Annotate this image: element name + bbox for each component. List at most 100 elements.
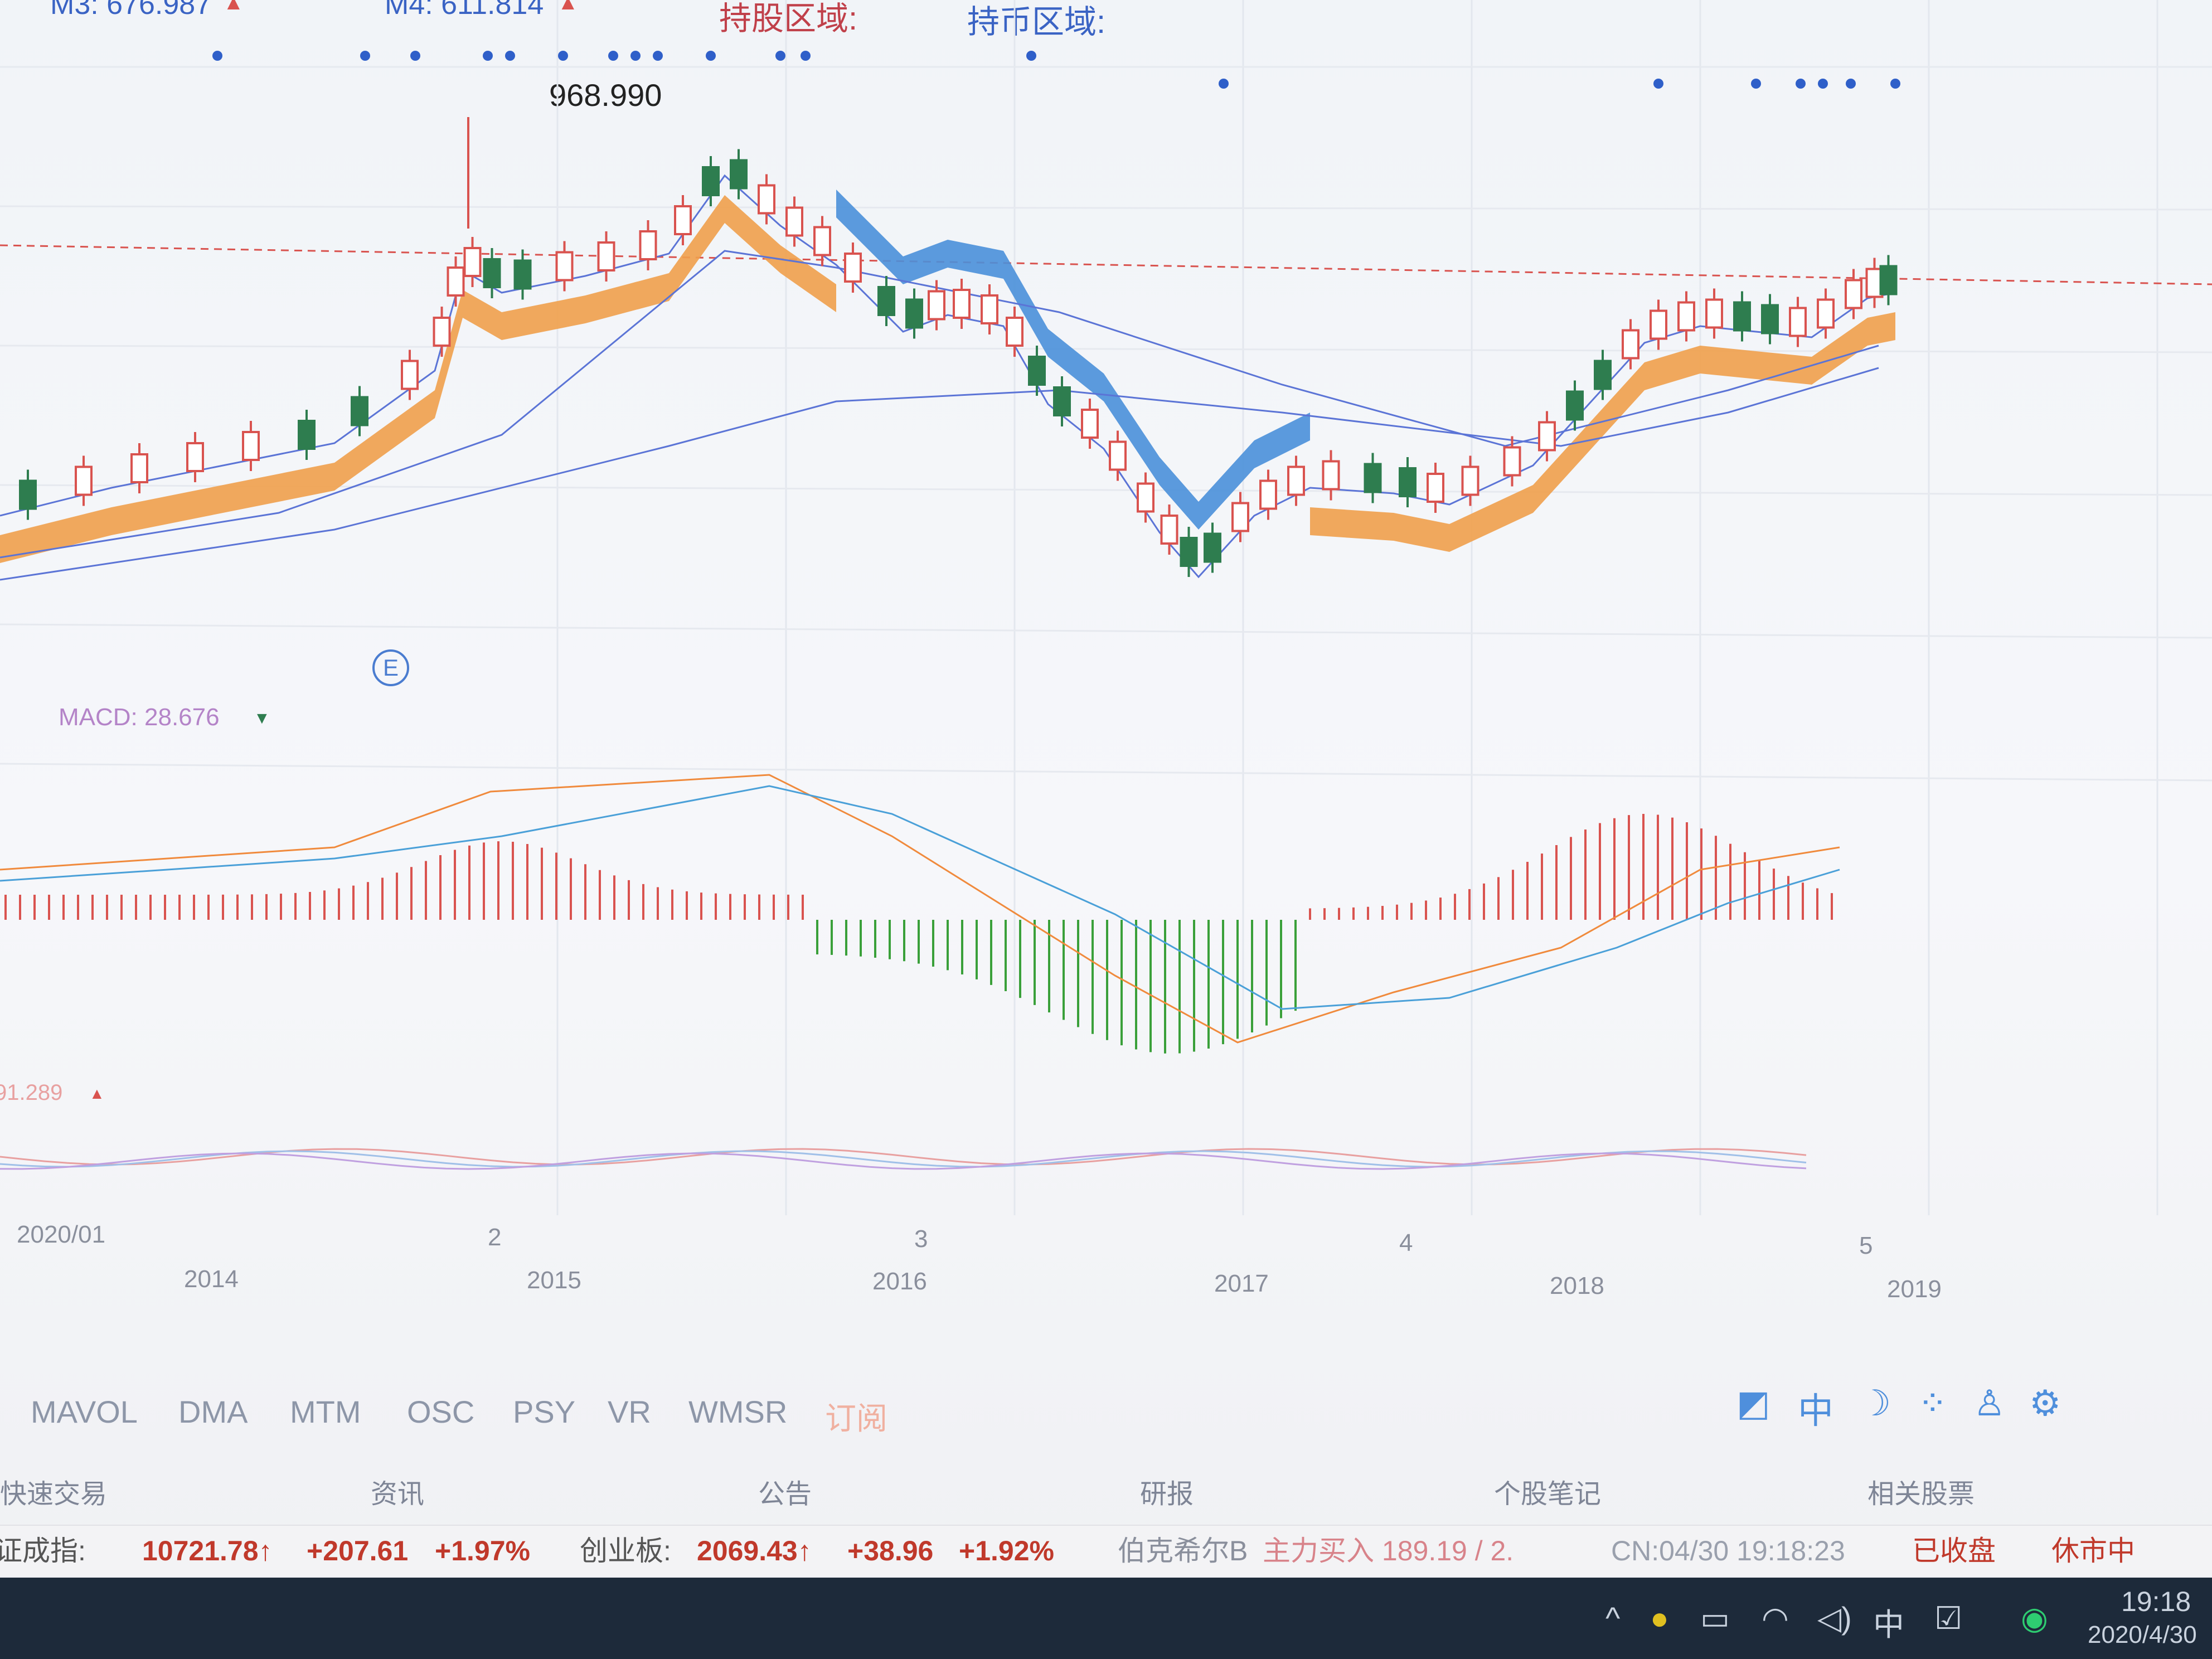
kline-chart[interactable] <box>0 0 2212 1371</box>
chart-icon[interactable]: ◩ <box>1736 1382 1770 1424</box>
shield-icon[interactable]: ● <box>1650 1600 1669 1636</box>
candle-body <box>401 360 419 390</box>
hold-band <box>1645 346 1700 390</box>
candle-body <box>730 159 748 190</box>
hold-band <box>1310 507 1394 541</box>
dots-icon[interactable]: ⁘ <box>1918 1382 1948 1424</box>
candle-body <box>1399 467 1417 497</box>
signal-dot <box>410 51 420 61</box>
hold-band <box>1394 513 1449 552</box>
tab-related-stocks[interactable]: 相关股票 <box>1867 1472 1975 1511</box>
signal-dot <box>775 51 785 61</box>
tab-osc[interactable]: OSC <box>407 1394 474 1430</box>
candle-body <box>674 205 692 235</box>
candle-body <box>1461 465 1479 496</box>
candle-body <box>1761 304 1779 334</box>
candle-body <box>1789 307 1807 337</box>
candle-body <box>1287 465 1305 496</box>
candle-body <box>1160 515 1178 545</box>
candle-body <box>1081 409 1099 439</box>
candle-body <box>75 465 93 496</box>
candle-body <box>813 226 831 256</box>
checkbox-icon[interactable]: ☑ <box>1934 1600 1962 1637</box>
gem-value: 2069.43↑ <box>697 1535 812 1566</box>
tab-stock-notes[interactable]: 个股笔记 <box>1494 1472 1601 1511</box>
tab-announcements[interactable]: 公告 <box>758 1472 812 1511</box>
signal-dot <box>1796 79 1806 89</box>
candle-body <box>1028 356 1046 386</box>
tab-psy[interactable]: PSY <box>513 1394 575 1430</box>
tab-mtm[interactable]: MTM <box>290 1394 361 1430</box>
candle-body <box>1006 317 1023 347</box>
candle-body <box>463 247 482 277</box>
signal-dot <box>706 51 716 61</box>
candle-body <box>242 431 260 461</box>
candle-body <box>1733 301 1751 332</box>
wifi-icon[interactable]: ◠ <box>1762 1600 1789 1637</box>
candle-body <box>298 420 316 450</box>
candle-body <box>1622 329 1639 360</box>
user-icon[interactable]: ♙ <box>1973 1382 2005 1424</box>
moon-icon[interactable]: ☽ <box>1859 1382 1891 1424</box>
candle-body <box>1594 360 1612 390</box>
candle-body <box>513 259 532 290</box>
tab-wmsr[interactable]: WMSR <box>688 1394 787 1430</box>
candle-body <box>1538 421 1556 452</box>
ime-indicator[interactable]: 中 <box>1873 1600 1904 1645</box>
stock-chart-screen: M3: 676.987 ▲ M4: 611.814 ▲ 持股区域: 持币区域: … <box>0 0 2212 1578</box>
macd-dif-line <box>0 774 1840 1044</box>
index-pct: +1.97% <box>435 1535 530 1566</box>
candle-body <box>928 290 945 321</box>
candle-body <box>186 442 204 472</box>
signal-dot <box>483 51 493 61</box>
hold-band <box>585 273 669 323</box>
index-value: 10721.78↑ <box>142 1535 273 1566</box>
chevron-up-icon[interactable]: ^ <box>1605 1600 1620 1636</box>
tab-dma[interactable]: DMA <box>178 1394 248 1430</box>
macd-dea-line <box>0 785 1840 1010</box>
candle-body <box>1322 460 1340 491</box>
candle-body <box>877 286 895 316</box>
signal-dot <box>653 51 663 61</box>
candle-body <box>981 294 998 324</box>
candle-body <box>1650 309 1667 340</box>
candle-body <box>844 253 862 283</box>
signal-dot <box>630 51 641 61</box>
candle-body <box>1364 463 1382 493</box>
network-icon[interactable]: ▭ <box>1700 1600 1730 1637</box>
candle-body <box>1180 537 1198 567</box>
candle-body <box>1503 446 1521 477</box>
tab-research[interactable]: 研报 <box>1140 1472 1194 1511</box>
candle-body <box>1817 298 1835 329</box>
closed-status: 已收盘 <box>1912 1535 1996 1566</box>
tab-quick-trade[interactable]: 快速交易 <box>0 1472 107 1511</box>
windows-taskbar: ^ ● ▭ ◠ ◁) 中 ☑ ◉ 19:18 2020/4/30 <box>0 1578 2212 1659</box>
candle-body <box>905 298 923 329</box>
candle-body <box>1137 482 1154 513</box>
clock-date[interactable]: 2020/4/30 <box>2088 1621 2197 1649</box>
signal-dot <box>1890 79 1900 89</box>
tab-vr[interactable]: VR <box>608 1394 651 1430</box>
tab-news[interactable]: 资讯 <box>371 1472 424 1511</box>
candle-body <box>1705 298 1723 329</box>
signal-dot <box>558 51 568 61</box>
candle-body <box>1427 473 1444 503</box>
candle-body <box>953 289 971 319</box>
hold-band <box>1867 312 1895 346</box>
flow-text: 主力买入 189.19 / 2. <box>1263 1535 1514 1566</box>
speaker-icon[interactable]: ◁) <box>1817 1600 1852 1637</box>
chinese-input-icon[interactable]: 中 <box>1798 1382 1833 1434</box>
stock-name[interactable]: 伯克希尔B <box>1118 1526 1248 1576</box>
tab-mavol[interactable]: MAVOL <box>31 1394 138 1430</box>
candle-body <box>597 241 615 271</box>
app-tray-icon[interactable]: ◉ <box>2021 1600 2048 1637</box>
clock-time[interactable]: 19:18 <box>2121 1585 2191 1618</box>
gear-icon[interactable]: ⚙ <box>2029 1382 2061 1424</box>
signal-dot <box>608 51 618 61</box>
tab-subscribe[interactable]: 订阅 <box>825 1394 887 1439</box>
hold-band <box>1700 346 1756 379</box>
candle-body <box>447 266 465 297</box>
signal-dot <box>360 51 370 61</box>
candle-body <box>1566 390 1584 421</box>
hold-band <box>502 295 585 340</box>
